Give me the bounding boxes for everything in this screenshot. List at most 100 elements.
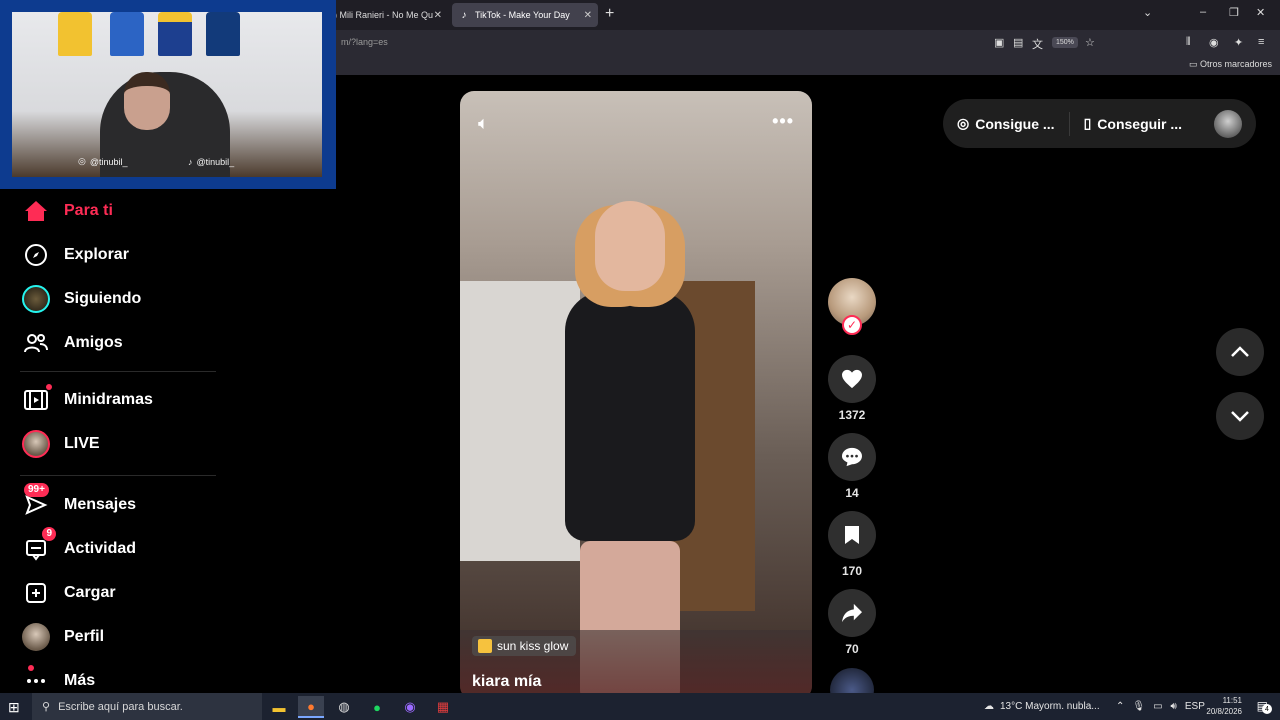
jersey-image xyxy=(158,12,192,56)
bookmark-star-icon[interactable]: ☆ xyxy=(1085,36,1095,49)
close-window-icon[interactable]: ✕ xyxy=(1256,6,1265,19)
coin-icon: ◎ xyxy=(957,115,970,131)
system-tray: ⌃ 🎙︎ ▭ 🔊︎ ESP xyxy=(1116,693,1205,720)
user-avatar[interactable] xyxy=(1214,109,1242,138)
notification-center-icon[interactable]: ▤ 4 xyxy=(1257,699,1272,714)
save-button[interactable] xyxy=(828,511,876,559)
file-explorer-icon[interactable]: ▬ xyxy=(266,696,292,718)
account-icon[interactable]: ◉ xyxy=(1209,36,1219,49)
tab-tiktok[interactable]: ♪ TikTok - Make Your Day ✕ xyxy=(452,3,598,27)
video-background xyxy=(460,281,580,561)
tiktok-icon: ♪ xyxy=(461,9,467,21)
following-check-icon[interactable]: ✓ xyxy=(842,315,862,335)
discord-icon[interactable]: ◉ xyxy=(397,696,423,718)
effect-icon xyxy=(478,639,492,653)
library-icon[interactable]: ⫴ xyxy=(1186,36,1191,49)
upload-icon xyxy=(22,579,50,607)
taskbar-clock[interactable]: 11:51 20/8/2026 xyxy=(1206,695,1242,717)
sidebar-item-actividad[interactable]: 9 Actividad xyxy=(22,527,136,563)
sidebar-item-amigos[interactable]: Amigos xyxy=(22,329,123,357)
video-author[interactable]: kiara mía xyxy=(472,673,541,691)
sidebar-item-live[interactable]: LIVE xyxy=(22,430,100,458)
home-icon xyxy=(22,197,50,225)
windows-start-icon[interactable]: ⊞ xyxy=(8,699,20,716)
instagram-handle: ◎ @tinubil_ xyxy=(78,156,128,167)
instagram-icon: ◎ xyxy=(78,156,86,166)
share-button[interactable] xyxy=(828,589,876,637)
pill-divider xyxy=(1068,111,1070,136)
tab-list-chevron-icon[interactable]: ⌄ xyxy=(1143,6,1152,19)
sidebar-item-mas[interactable]: Más xyxy=(22,665,95,695)
translate-icon[interactable]: 文 xyxy=(1032,36,1043,52)
sound-chip[interactable]: sun kiss glow xyxy=(472,636,577,656)
share-count: 70 xyxy=(845,642,859,656)
zoom-level[interactable]: 150% xyxy=(1052,37,1078,48)
new-tab-icon[interactable]: + xyxy=(605,5,614,23)
film-icon xyxy=(22,384,52,414)
webcam-feed: ◎ @tinubil_ ♪ @tinubil_ xyxy=(12,12,322,177)
sidebar-item-siguiendo[interactable]: Siguiendo xyxy=(22,285,141,313)
next-video-button[interactable] xyxy=(1216,392,1264,440)
get-app-button[interactable]: ▯ Conseguir ... xyxy=(1084,115,1183,132)
minimize-icon[interactable]: – xyxy=(1200,6,1206,18)
language-indicator[interactable]: ESP xyxy=(1185,701,1205,712)
maximize-icon[interactable]: ❐ xyxy=(1229,6,1239,19)
share-icon xyxy=(842,603,862,623)
sidebar-item-cargar[interactable]: Cargar xyxy=(22,579,116,607)
heart-icon xyxy=(842,369,862,389)
previous-video-button[interactable] xyxy=(1216,328,1264,376)
taskbar-search[interactable]: ⚲ Escribe aquí para buscar. xyxy=(32,693,262,720)
url-bar[interactable]: m/?lang=es xyxy=(341,37,388,47)
search-icon: ⚲ xyxy=(42,701,51,713)
sidebar-divider xyxy=(20,371,216,372)
firefox-icon[interactable]: ● xyxy=(298,696,324,718)
sidebar-item-mensajes[interactable]: 99+ Mensajes xyxy=(22,483,136,519)
other-bookmarks[interactable]: ▭ Otros marcadores xyxy=(1189,59,1272,70)
following-avatar xyxy=(22,285,50,313)
menu-icon[interactable]: ≡ xyxy=(1258,36,1264,48)
like-button[interactable] xyxy=(828,355,876,403)
close-tab-icon[interactable]: ✕ xyxy=(434,10,442,21)
voicemeeter-icon[interactable]: ▦ xyxy=(430,696,456,718)
weather-widget[interactable]: ☁ 13°C Mayorm. nubla... xyxy=(984,693,1100,720)
reader-icon[interactable]: ▤ xyxy=(1013,36,1023,49)
pip-icon[interactable]: ▣ xyxy=(994,36,1004,49)
jersey-image xyxy=(58,12,92,56)
chevron-down-icon xyxy=(1231,411,1249,422)
get-coins-button[interactable]: ◎ Consigue ... xyxy=(957,115,1055,132)
obs-icon[interactable]: ◍ xyxy=(331,696,357,718)
sidebar-item-perfil[interactable]: Perfil xyxy=(22,623,104,651)
tab-title: TikTok - Make Your Day xyxy=(475,10,570,20)
network-icon[interactable]: ▭ xyxy=(1153,701,1162,712)
streamer-head xyxy=(124,72,170,130)
tab-title: (6) Mili Ranieri - No Me Qu xyxy=(326,10,434,20)
comment-count: 14 xyxy=(845,486,859,500)
messages-badge: 99+ xyxy=(24,483,49,497)
tab-youtube[interactable]: (6) Mili Ranieri - No Me Qu ✕ xyxy=(320,3,448,27)
windows-taskbar: ⊞ ⚲ Escribe aquí para buscar. ▬ ● ◍ ● ◉ … xyxy=(0,693,1280,720)
jersey-image xyxy=(206,12,240,56)
cloud-icon: ☁ xyxy=(984,701,994,712)
comment-button[interactable] xyxy=(828,433,876,481)
sidebar-item-minidramas[interactable]: Minidramas xyxy=(22,384,153,414)
close-tab-icon[interactable]: ✕ xyxy=(584,10,592,21)
chevron-up-icon[interactable]: ⌃ xyxy=(1116,701,1124,712)
sidebar-item-explorar[interactable]: Explorar xyxy=(22,241,129,269)
video-subject xyxy=(595,201,665,291)
volume-icon[interactable]: 🔈︎ xyxy=(478,113,489,134)
chevron-up-icon xyxy=(1231,346,1249,357)
extensions-icon[interactable]: ✦ xyxy=(1234,36,1243,49)
notification-count: 4 xyxy=(1262,704,1272,714)
speaker-icon[interactable]: 🔊︎ xyxy=(1171,701,1177,712)
video-subject xyxy=(565,291,695,541)
compass-icon xyxy=(22,241,50,269)
spotify-icon[interactable]: ● xyxy=(364,696,390,718)
video-player[interactable]: 🔈︎ ••• sun kiss glow kiara mía xyxy=(460,91,812,700)
top-actions-pill: ◎ Consigue ... ▯ Conseguir ... xyxy=(943,99,1256,148)
microphone-icon[interactable]: 🎙︎ xyxy=(1132,701,1145,712)
sidebar-item-para-ti[interactable]: Para ti xyxy=(22,197,113,225)
bookmark-icon xyxy=(845,526,859,544)
more-options-icon[interactable]: ••• xyxy=(772,111,794,132)
save-count: 170 xyxy=(841,564,863,578)
sidebar-divider xyxy=(20,475,216,476)
